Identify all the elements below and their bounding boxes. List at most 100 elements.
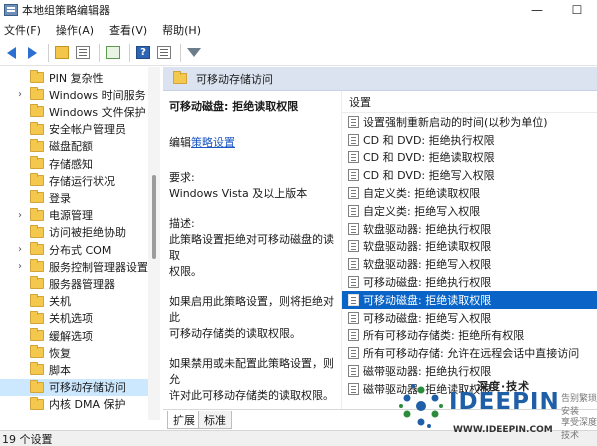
expand-chevron-icon[interactable]: › [14, 89, 26, 100]
toolbar: ? [0, 40, 597, 66]
help-button[interactable]: ? [134, 44, 152, 62]
tab-extended[interactable]: 扩展 [167, 411, 201, 429]
folder-icon [30, 293, 44, 307]
folder-icon [30, 138, 44, 152]
policy-setting-icon [348, 382, 359, 395]
edit-policy-link[interactable]: 策略设置 [191, 136, 235, 149]
menu-view[interactable]: 查看(V) [109, 22, 156, 38]
toolbar-separator [129, 43, 130, 62]
forward-arrow-icon [27, 46, 37, 59]
policy-setting-icon [348, 115, 359, 128]
tree-item-label: 分布式 COM [49, 243, 112, 257]
tree-item[interactable]: › Windows 时间服务 [0, 86, 148, 103]
setting-row[interactable]: 可移动磁盘: 拒绝执行权限 [342, 273, 597, 291]
expand-chevron-icon[interactable]: › [14, 261, 26, 272]
tree-item-label: 存储运行状况 [49, 174, 115, 188]
disabled-text-1: 如果禁用或未配置此策略设置，则允 [169, 357, 334, 386]
watermark-brand: IDEEPIN [449, 389, 560, 415]
setting-row[interactable]: 自定义类: 拒绝读取权限 [342, 184, 597, 202]
back-button[interactable] [2, 44, 20, 62]
menu-action[interactable]: 操作(A) [56, 22, 103, 38]
menu-help[interactable]: 帮助(H) [162, 22, 210, 38]
folder-icon [30, 345, 44, 359]
setting-row[interactable]: 软盘驱动器: 拒绝执行权限 [342, 220, 597, 238]
tree-item[interactable]: 存储运行状况 [0, 172, 148, 189]
setting-row[interactable]: 自定义类: 拒绝写入权限 [342, 202, 597, 220]
folder-icon [30, 379, 44, 393]
maximize-button[interactable]: ☐ [557, 0, 597, 20]
folder-header-title: 可移动存储访问 [196, 72, 273, 86]
window-title: 本地组策略编辑器 [22, 4, 110, 17]
setting-row[interactable]: 所有可移动存储: 允许在远程会话中直接访问 [342, 344, 597, 362]
tree-item[interactable]: 访问被拒绝协助 [0, 224, 148, 241]
filter-button[interactable] [185, 44, 203, 62]
tree-item[interactable]: 安全帐户管理员 [0, 121, 148, 138]
enabled-text-1: 如果启用此策略设置，则将拒绝对此 [169, 295, 334, 324]
tree-item[interactable]: 恢复 [0, 344, 148, 361]
tree-item[interactable]: › 电源管理 [0, 207, 148, 224]
watermark-side-text-2: 享受深度技术 [561, 418, 597, 441]
setting-row[interactable]: CD 和 DVD: 拒绝写入权限 [342, 166, 597, 184]
forward-button[interactable] [23, 44, 41, 62]
policy-setting-icon [348, 329, 359, 342]
tree-item-label: 内核 DMA 保护 [49, 398, 126, 412]
tree-item[interactable]: 存储感知 [0, 155, 148, 172]
policy-setting-icon [348, 276, 359, 289]
properties-icon [157, 46, 171, 59]
setting-label: CD 和 DVD: 拒绝执行权限 [363, 133, 495, 147]
tree-scrollbar[interactable] [148, 67, 160, 420]
title-bar: 本地组策略编辑器 — ☐ [0, 0, 597, 20]
setting-row[interactable]: 可移动磁盘: 拒绝读取权限 [342, 290, 597, 309]
setting-label: 设置强制重新启动的时间(以秒为单位) [363, 115, 548, 129]
minimize-button[interactable]: — [517, 0, 557, 20]
tree-item[interactable]: 缓解选项 [0, 327, 148, 344]
tree-item[interactable]: Windows 文件保护 [0, 103, 148, 120]
tree-item[interactable]: › 服务控制管理器设置 [0, 258, 148, 275]
folder-icon [30, 207, 44, 221]
tree-item-label: 可移动存储访问 [49, 381, 126, 395]
ideepin-logo-icon [399, 384, 443, 428]
policy-setting-icon [348, 187, 359, 200]
setting-row[interactable]: 所有可移动存储类: 拒绝所有权限 [342, 327, 597, 345]
setting-row[interactable]: 软盘驱动器: 拒绝读取权限 [342, 238, 597, 256]
tree-item[interactable]: 可移动存储访问 [0, 378, 148, 396]
expand-chevron-icon[interactable]: › [14, 210, 26, 221]
back-arrow-icon [6, 46, 16, 59]
menu-file[interactable]: 文件(F) [4, 22, 50, 38]
settings-column-header[interactable]: 设置 [342, 91, 597, 113]
setting-row[interactable]: CD 和 DVD: 拒绝读取权限 [342, 149, 597, 167]
folder-header: 可移动存储访问 [163, 67, 597, 91]
export-list-button[interactable] [104, 44, 122, 62]
tree-item[interactable]: › 分布式 COM [0, 241, 148, 258]
folder-icon [30, 310, 44, 324]
tree-item[interactable]: 关机 [0, 293, 148, 310]
policy-setting-icon [348, 204, 359, 217]
app-icon [4, 4, 18, 16]
tree-item-label: 电源管理 [49, 209, 93, 223]
enabled-text-2: 可移动存储类的读取权限。 [169, 327, 301, 340]
tree-item-label: PIN 复杂性 [49, 71, 104, 85]
properties-button[interactable] [155, 44, 173, 62]
tree-item[interactable]: 磁盘配额 [0, 138, 148, 155]
setting-label: 软盘驱动器: 拒绝写入权限 [363, 258, 492, 272]
policy-title: 可移动磁盘: 拒绝读取权限 [169, 100, 299, 113]
tree-scrollbar-thumb[interactable] [152, 175, 156, 259]
disabled-text-2: 许对此可移动存储类的读取权限。 [169, 389, 334, 402]
tree-item[interactable]: 登录 [0, 189, 148, 206]
tab-standard[interactable]: 标准 [198, 411, 232, 429]
tree-item[interactable]: PIN 复杂性 [0, 69, 148, 86]
tree-item[interactable]: 脚本 [0, 361, 148, 378]
policy-setting-icon [348, 133, 359, 146]
policy-setting-icon [348, 169, 359, 182]
setting-row[interactable]: CD 和 DVD: 拒绝执行权限 [342, 131, 597, 149]
expand-chevron-icon[interactable]: › [14, 244, 26, 255]
tree-item[interactable]: 关机选项 [0, 310, 148, 327]
tree-item[interactable]: 内核 DMA 保护 [0, 396, 148, 413]
show-hide-tree-button[interactable] [74, 44, 92, 62]
up-one-level-button[interactable] [53, 44, 71, 62]
setting-row[interactable]: 软盘驱动器: 拒绝写入权限 [342, 255, 597, 273]
description-text-1: 此策略设置拒绝对可移动磁盘的读取 [169, 233, 334, 262]
setting-row[interactable]: 设置强制重新启动的时间(以秒为单位) [342, 113, 597, 131]
tree-item[interactable]: 服务器管理器 [0, 275, 148, 292]
setting-row[interactable]: 可移动磁盘: 拒绝写入权限 [342, 309, 597, 327]
